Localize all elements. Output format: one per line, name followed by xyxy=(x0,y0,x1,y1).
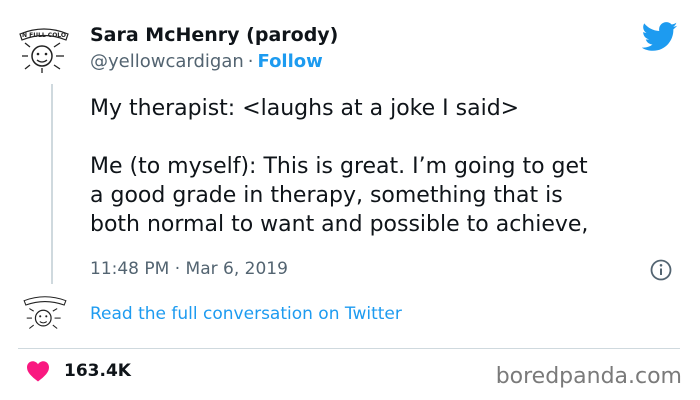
author-handle-row: @yellowcardigan · Follow xyxy=(90,51,323,72)
watermark: boredpanda.com xyxy=(495,364,682,389)
twitter-bird-icon[interactable] xyxy=(642,22,678,52)
heart-icon[interactable] xyxy=(26,360,50,382)
tweet-text: My therapist: <laughs at a joke I said> … xyxy=(90,94,680,239)
thread-line xyxy=(51,84,53,284)
tweet-line: a good grade in therapy, something that … xyxy=(90,183,563,208)
follow-button[interactable]: Follow xyxy=(258,51,323,72)
author-name[interactable]: Sara McHenry (parody) xyxy=(90,24,338,46)
like-count: 163.4K xyxy=(64,361,131,381)
separator-dot: · xyxy=(247,51,254,72)
tweet-line: My therapist: <laughs at a joke I said> xyxy=(90,96,520,121)
author-handle[interactable]: @yellowcardigan xyxy=(90,51,244,72)
tweet-line: Me (to myself): This is great. I’m going… xyxy=(90,154,588,179)
avatar-small[interactable] xyxy=(22,292,68,332)
divider xyxy=(18,348,680,349)
info-icon[interactable] xyxy=(650,259,672,281)
tweet-timestamp[interactable]: 11:48 PM · Mar 6, 2019 xyxy=(90,259,288,279)
tweet-line: both normal to want and possible to achi… xyxy=(90,212,589,237)
svg-text:N FULL COLO: N FULL COLO xyxy=(22,32,66,39)
read-conversation-link[interactable]: Read the full conversation on Twitter xyxy=(90,304,402,324)
avatar[interactable]: N FULL COLO xyxy=(18,22,70,74)
